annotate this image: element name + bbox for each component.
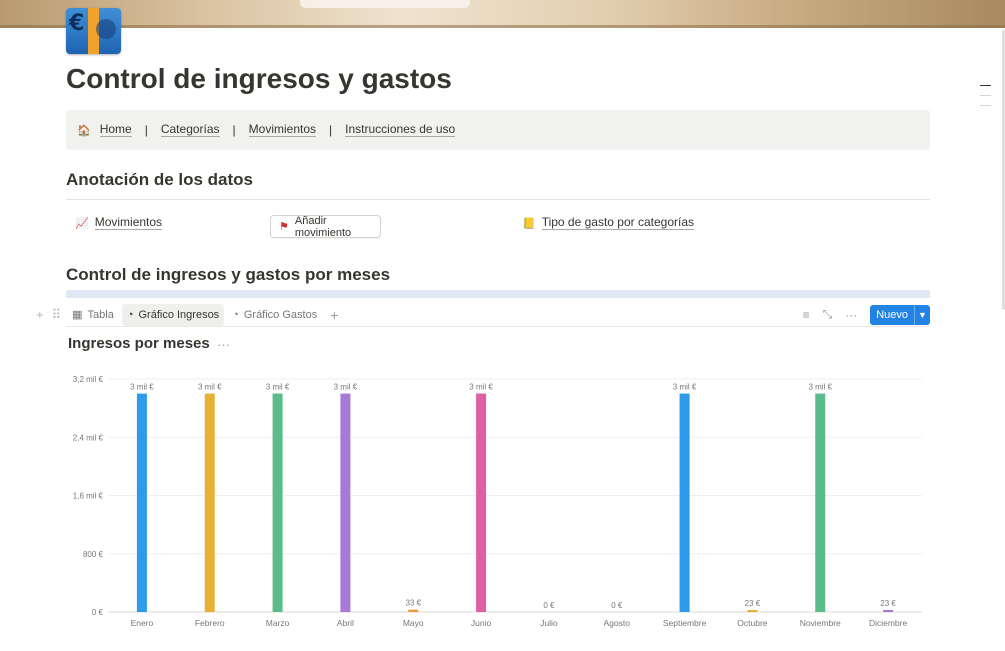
x-tick-label: Mayo bbox=[403, 618, 424, 628]
new-button[interactable]: Nuevo ▼ bbox=[870, 304, 930, 325]
tipo-gasto-link[interactable]: 📒 Tipo de gasto por categorías bbox=[522, 215, 695, 230]
data-label: 3 mil € bbox=[334, 383, 358, 392]
heading-control-meses: Control de ingresos y gastos por meses bbox=[66, 265, 391, 284]
ledger-icon: 📒 bbox=[522, 217, 536, 230]
bar bbox=[679, 393, 690, 612]
data-label: 3 mil € bbox=[130, 383, 154, 392]
y-tick-label: 0 € bbox=[92, 608, 104, 617]
view-bar-divider bbox=[66, 326, 930, 327]
banknote-circle bbox=[96, 19, 116, 39]
x-tick-label: Diciembre bbox=[869, 618, 908, 628]
bar bbox=[883, 610, 894, 612]
euro-banknote-icon[interactable]: € bbox=[66, 8, 121, 54]
nav-callout: 🏠 Home | Categorías | Movimientos | Inst… bbox=[66, 110, 930, 150]
flag-icon: ⚑ bbox=[279, 221, 289, 233]
tab-tabla[interactable]: ▦ Tabla bbox=[67, 304, 119, 326]
data-label: 3 mil € bbox=[808, 383, 832, 392]
y-tick-label: 2,4 mil € bbox=[73, 433, 104, 442]
outline-mark bbox=[980, 105, 991, 106]
income-bar-chart: 0 € 800 € 1,6 mil € 2,4 mil € 3,2 mil € 3 mil… bbox=[73, 375, 922, 628]
data-label: 0 € bbox=[611, 601, 623, 610]
drag-handle-icon[interactable]: ⠿ bbox=[52, 307, 62, 323]
bar bbox=[204, 393, 215, 612]
expand-icon[interactable]: ⤡ bbox=[823, 307, 833, 322]
page-title: Control de ingresos y gastos bbox=[66, 63, 452, 94]
chart-more-icon[interactable]: ··· bbox=[217, 337, 230, 352]
nav-link-categorias[interactable]: Categorías bbox=[160, 123, 220, 137]
chart-title: Ingresos por meses bbox=[68, 335, 210, 352]
bar bbox=[272, 393, 283, 612]
bar bbox=[408, 609, 419, 612]
x-tick-label: Octubre bbox=[737, 618, 768, 628]
filter-icon[interactable]: ≡ bbox=[803, 308, 810, 322]
data-label: 0 € bbox=[543, 601, 555, 610]
movimientos-link-label: Movimientos bbox=[94, 215, 163, 230]
x-tick-label: Enero bbox=[131, 618, 154, 628]
table-icon: ▦ bbox=[72, 309, 83, 321]
database-view-bar: + ⠿ ▦ Tabla ◔ Gráfico Ingresos ◔ Gráfico… bbox=[36, 302, 930, 327]
tab-tabla-label: Tabla bbox=[87, 308, 114, 321]
chart-increasing-icon: 📈 bbox=[75, 217, 89, 230]
x-tick-label: Junio bbox=[471, 618, 492, 628]
x-tick-label: Julio bbox=[540, 618, 558, 628]
chart-icon: ◔ bbox=[232, 308, 239, 321]
add-view-icon[interactable]: + bbox=[330, 307, 338, 323]
x-tick-label: Noviembre bbox=[800, 618, 841, 628]
x-tick-label: Marzo bbox=[266, 618, 290, 628]
tab-grafico-gastos[interactable]: ◔ Gráfico Gastos bbox=[227, 304, 322, 326]
outline-mark bbox=[980, 85, 991, 86]
bar bbox=[136, 393, 147, 612]
heading-divider bbox=[66, 199, 930, 200]
add-movimiento-label: Añadir movimiento bbox=[294, 214, 352, 239]
more-options-icon[interactable]: ··· bbox=[845, 308, 857, 322]
cover-image bbox=[0, 0, 1005, 28]
chevron-down-icon[interactable]: ▼ bbox=[914, 304, 930, 325]
chart-icon: ◔ bbox=[126, 308, 134, 321]
outline-mark bbox=[980, 95, 991, 96]
house-icon: 🏠 bbox=[77, 124, 91, 137]
page-outline-indicator[interactable] bbox=[980, 85, 991, 115]
x-tick-label: Agosto bbox=[604, 618, 631, 628]
nav-link-instrucciones[interactable]: Instrucciones de uso bbox=[345, 123, 456, 137]
tab-grafico-gastos-label: Gráfico Gastos bbox=[243, 308, 318, 321]
data-label: 23 € bbox=[745, 599, 761, 608]
data-label: 3 mil € bbox=[673, 383, 697, 392]
nav-separator: | bbox=[232, 123, 236, 137]
x-tick-label: Abril bbox=[337, 618, 354, 628]
add-movimiento-button[interactable]: ⚑ Añadir movimiento bbox=[270, 214, 381, 239]
data-label: 3 mil € bbox=[266, 383, 290, 392]
nav-link-movimientos[interactable]: Movimientos bbox=[248, 123, 317, 137]
movimientos-link[interactable]: 📈 Movimientos bbox=[75, 215, 163, 230]
tab-grafico-ingresos[interactable]: ◔ Gráfico Ingresos bbox=[121, 303, 225, 326]
bar bbox=[340, 393, 351, 612]
bar bbox=[476, 393, 487, 612]
tab-grafico-ingresos-label: Gráfico Ingresos bbox=[138, 308, 220, 321]
bar bbox=[815, 393, 826, 612]
x-tick-label: Septiembre bbox=[663, 618, 707, 628]
add-block-icon[interactable]: + bbox=[36, 307, 44, 322]
bar bbox=[747, 610, 758, 612]
y-tick-label: 1,6 mil € bbox=[73, 492, 104, 501]
tipo-gasto-link-label: Tipo de gasto por categorías bbox=[541, 215, 695, 230]
y-tick-label: 3,2 mil € bbox=[73, 375, 104, 384]
heading-anotacion: Anotación de los datos bbox=[66, 170, 254, 189]
data-label: 3 mil € bbox=[469, 383, 493, 392]
data-label: 23 € bbox=[880, 599, 896, 608]
y-tick-label: 800 € bbox=[83, 550, 104, 559]
data-label: 3 mil € bbox=[198, 383, 222, 392]
euro-symbol: € bbox=[69, 11, 85, 36]
new-button-label: Nuevo bbox=[876, 308, 908, 321]
nav-separator: | bbox=[144, 123, 148, 137]
cover-paper bbox=[300, 0, 470, 8]
nav-link-home[interactable]: Home bbox=[99, 123, 132, 137]
data-label: 33 € bbox=[405, 599, 421, 608]
x-tick-label: Febrero bbox=[195, 618, 225, 628]
block-selection-highlight bbox=[66, 290, 930, 298]
nav-separator: | bbox=[329, 123, 333, 137]
